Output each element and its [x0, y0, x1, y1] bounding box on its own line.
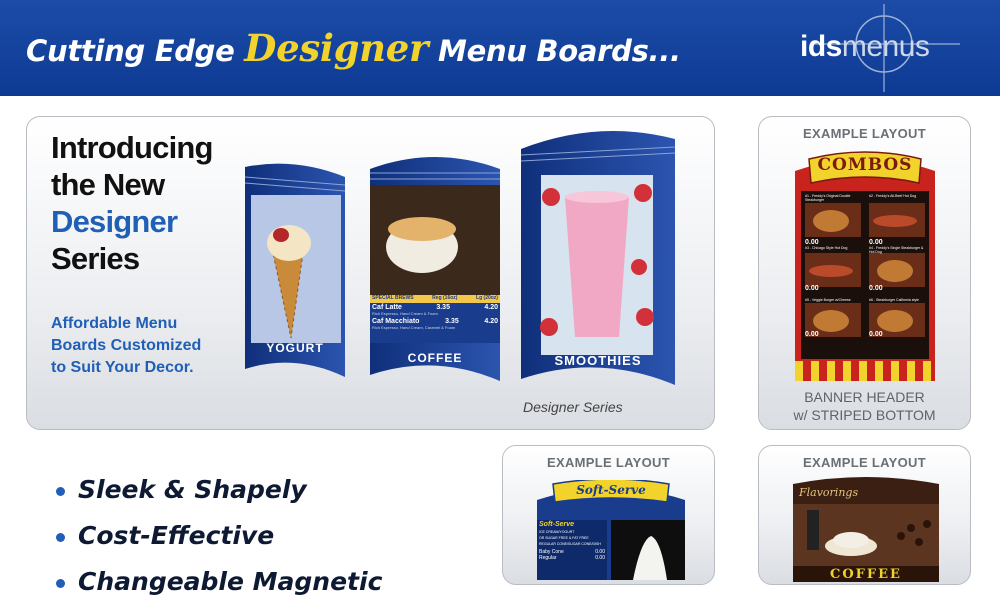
intro-subtitle: Affordable Menu Boards Customized to Sui… — [51, 313, 211, 379]
designer-series-caption: Designer Series — [523, 399, 623, 415]
combos-banner: COMBOS — [817, 155, 913, 175]
example-layout-soft-serve: EXAMPLE LAYOUT Soft-Serve Soft-Serve ICE… — [502, 445, 715, 585]
flavorings-banner: Flavorings — [799, 486, 859, 499]
yogurt-label: YOGURT — [266, 341, 324, 355]
combo-item: #1 - Freddy's Original Double Steakburge… — [805, 194, 851, 202]
intro-title: Introducing the New Designer Series — [51, 129, 213, 277]
coffee-menu-desc: Rich Espresso, Hand Cream & Foam — [372, 311, 438, 316]
combos-caption-line: BANNER HEADER — [804, 389, 925, 405]
coffee-menu-item: Caf Latte 3.35 4.20 — [372, 304, 498, 311]
coffee-menu-desc: Rich Espresso, Hand Cream, Caramel & Foa… — [372, 325, 456, 330]
logo-ids: ids — [800, 30, 842, 63]
soft-serve-menu-title: Soft-Serve — [539, 521, 575, 528]
feature-item: Changeable Magnetic — [56, 567, 382, 613]
soft-serve-item: Regular 0.00 — [539, 555, 605, 561]
intro-sub-line: to Suit Your Decor. — [51, 359, 194, 376]
logo-menus: menus — [841, 30, 930, 63]
yogurt-board: YOGURT — [243, 163, 347, 377]
intro-sub-line: Affordable Menu — [51, 315, 178, 332]
example-layout-combos: EXAMPLE LAYOUT COMBOS #1 - Freddy's Orig… — [758, 116, 971, 430]
headline-post: Menu Boards... — [428, 34, 681, 68]
soft-serve-row: ICE CREAM/YOGURT — [539, 530, 575, 534]
combo-price: 0.00 — [805, 331, 819, 338]
combos-board: COMBOS #1 - Freddy's Original Double Ste… — [791, 149, 939, 381]
soft-serve-banner: Soft-Serve — [576, 483, 646, 497]
combo-price: 0.00 — [805, 239, 819, 246]
combo-item: #2 - Freddy's All-Beef Hot Dog — [869, 194, 917, 198]
feature-item: Sleek & Shapely — [56, 475, 382, 521]
smoothies-board: SMOOTHIES — [519, 127, 677, 385]
feature-list: Sleek & Shapely Cost-Effective Changeabl… — [56, 475, 382, 613]
intro-sub-line: Boards Customized — [51, 337, 202, 354]
coffee-menu: SPECIAL BREWS Reg (16oz) Lg (20oz) Caf Lat… — [372, 295, 498, 330]
soft-serve-menu: Soft-Serve ICE CREAM/YOGURT OR SUGAR FRE… — [539, 521, 605, 561]
example-layout-label: EXAMPLE LAYOUT — [547, 455, 670, 470]
intro-title-line: the New — [51, 167, 165, 202]
logo-text: idsmenus — [800, 30, 930, 64]
intro-title-line: Introducing — [51, 130, 213, 165]
example-layout-label: EXAMPLE LAYOUT — [803, 126, 926, 141]
soft-serve-row: REGULAR CONE/SUGAR CONE/DISH — [539, 542, 601, 546]
smoothies-label: SMOOTHIES — [554, 353, 642, 368]
flavorings-band: COFFEE — [830, 567, 902, 582]
coffee-menu-item: Caf Macchiato 3.35 4.20 — [372, 318, 498, 325]
combo-price: 0.00 — [805, 285, 819, 292]
flavorings-board: Flavorings COFFEE — [791, 474, 941, 582]
combos-prices: 0.00 0.00 0.00 0.00 0.00 0.00 — [805, 239, 925, 338]
ids-menus-logo[interactable]: idsmenus — [790, 4, 970, 92]
example-layout-flavorings: EXAMPLE LAYOUT Flavorings COFFEE — [758, 445, 971, 585]
headline: Cutting Edge Designer Menu Boards... — [26, 26, 681, 70]
feature-item: Cost-Effective — [56, 521, 382, 567]
coffee-menu-header: SPECIAL BREWS Reg (16oz) Lg (20oz) — [372, 295, 498, 301]
intro-panel: Introducing the New Designer Series Affo… — [26, 116, 715, 430]
combo-price: 0.00 — [869, 239, 883, 246]
combos-caption-line: w/ STRIPED BOTTOM — [793, 407, 936, 423]
header-banner: Cutting Edge Designer Menu Boards... ids… — [0, 0, 1000, 96]
combo-price: 0.00 — [869, 285, 883, 292]
intro-title-line: Series — [51, 241, 140, 276]
soft-serve-board: Soft-Serve Soft-Serve ICE CREAM/YOGURT O… — [533, 478, 689, 580]
combos-caption: BANNER HEADER w/ STRIPED BOTTOM — [759, 388, 970, 424]
example-layout-label: EXAMPLE LAYOUT — [803, 455, 926, 470]
intro-title-line: Designer — [51, 204, 178, 239]
soft-serve-row: OR SUGAR FREE & FAT FREE — [539, 536, 589, 540]
combo-price: 0.00 — [869, 331, 883, 338]
coffee-board: SPECIAL BREWS Reg (16oz) Lg (20oz) Caf Lat… — [368, 155, 502, 381]
headline-accent: Designer — [244, 26, 429, 70]
coffee-label: COFFEE — [407, 351, 463, 365]
headline-pre: Cutting Edge — [26, 34, 245, 68]
